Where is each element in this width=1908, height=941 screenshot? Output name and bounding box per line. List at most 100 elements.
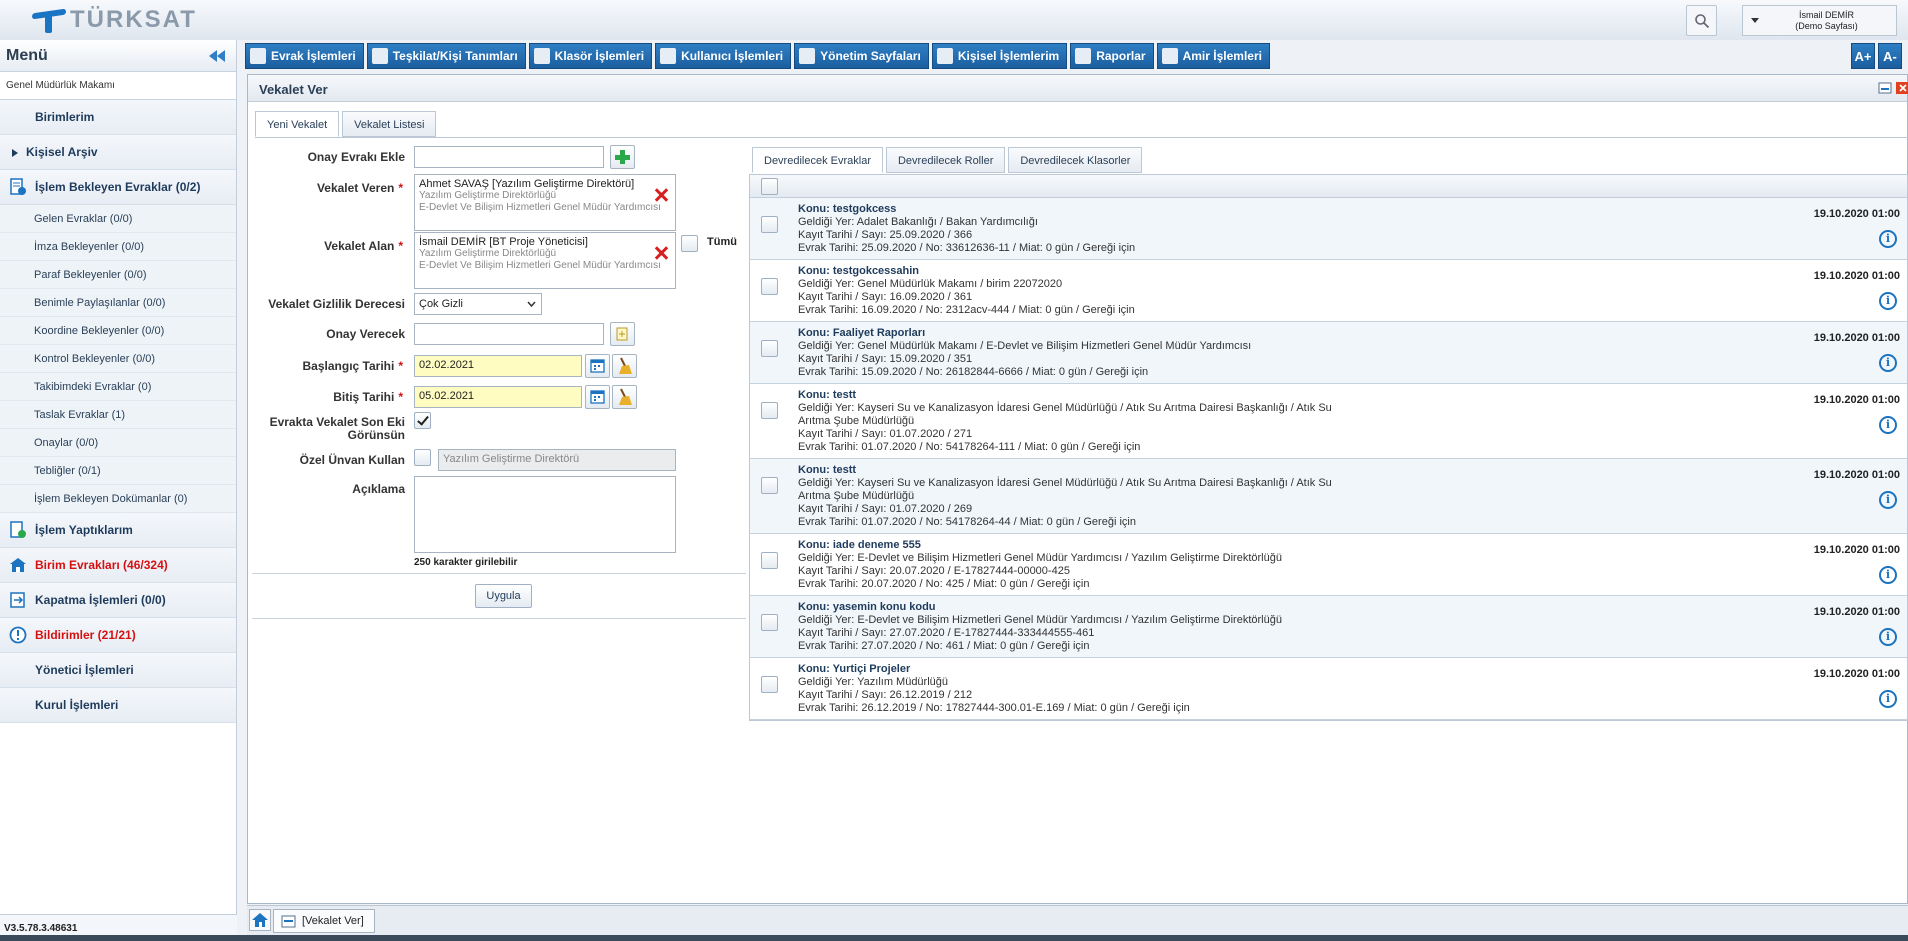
- aciklama-textarea[interactable]: [414, 476, 676, 553]
- tab-vekalet-listesi[interactable]: Vekalet Listesi: [342, 111, 437, 137]
- tab-devredilecek-evraklar[interactable]: Devredilecek Evraklar: [752, 147, 883, 173]
- nav-amir-islemleri[interactable]: Amir İşlemleri: [1156, 43, 1270, 69]
- baslangic-calendar-button[interactable]: [585, 354, 610, 378]
- gizlilik-select[interactable]: Çok Gizli: [414, 293, 542, 315]
- document-evrak-info: Evrak Tarihi: 15.09.2020 / No: 26182844-…: [798, 366, 1149, 378]
- document-row[interactable]: Konu: yasemin konu kodu Geldiği Yer: E-De…: [750, 596, 1907, 658]
- select-onay-verecek-button[interactable]: [610, 322, 635, 346]
- document-subject: Konu: Yurtiçi Projeler: [798, 663, 911, 675]
- submenu-takibimdeki-evraklar[interactable]: Takibimdeki Evraklar (0): [0, 373, 236, 401]
- document-row[interactable]: Konu: iade deneme 555 Geldiği Yer: E-Devl…: [750, 534, 1907, 596]
- document-subject: Konu: Faaliyet Raporları: [798, 327, 926, 339]
- document-row[interactable]: Konu: testgokcessahin Geldiği Yer: Genel …: [750, 260, 1907, 322]
- aciklama-label: Açıklama: [352, 482, 405, 496]
- row-checkbox[interactable]: [761, 676, 778, 693]
- sidebar-item-kapatma-islemleri[interactable]: Kapatma İşlemleri (0/0): [0, 583, 236, 618]
- onay-evraki-input[interactable]: [414, 146, 604, 168]
- sidebar-item-kisisel-arsiv[interactable]: Kişisel Arşiv: [0, 135, 236, 170]
- font-decrease-button[interactable]: A-: [1878, 43, 1902, 69]
- sidebar-item-yonetici-islemleri[interactable]: Yönetici İşlemleri: [0, 653, 236, 688]
- select-all-checkbox[interactable]: [761, 178, 778, 195]
- document-row[interactable]: Konu: testgokcess Geldiği Yer: Adalet Bak…: [750, 198, 1907, 260]
- nav-teskilat-kisi[interactable]: Teşkilat/Kişi Tanımları: [366, 43, 526, 69]
- info-icon[interactable]: i: [1879, 230, 1897, 248]
- submenu-benimle-paylasilanlar[interactable]: Benimle Paylaşılanlar (0/0): [0, 289, 236, 317]
- info-icon[interactable]: i: [1879, 628, 1897, 646]
- sidebar-item-bildirimler[interactable]: Bildirimler (21/21): [0, 618, 236, 653]
- row-checkbox[interactable]: [761, 340, 778, 357]
- user-menu[interactable]: İsmail DEMİR (Demo Sayfası): [1742, 5, 1897, 36]
- uygula-button[interactable]: Uygula: [475, 584, 532, 608]
- task-tab-vekalet-ver[interactable]: [Vekalet Ver]: [273, 909, 375, 933]
- row-checkbox[interactable]: [761, 216, 778, 233]
- submenu-tebligler[interactable]: Tebliğler (0/1): [0, 457, 236, 485]
- submenu-imza-bekleyenler[interactable]: İmza Bekleyenler (0/0): [0, 233, 236, 261]
- font-increase-button[interactable]: A+: [1851, 43, 1875, 69]
- baslangic-clear-button[interactable]: [612, 354, 637, 378]
- sidebar-item-islem-bekleyen[interactable]: İşlem Bekleyen Evraklar (0/2): [0, 170, 236, 205]
- baslangic-date-input[interactable]: 02.02.2021: [414, 355, 582, 377]
- ozel-unvan-input[interactable]: Yazılım Geliştirme Direktörü: [438, 449, 676, 471]
- document-date: 19.10.2020 01:00: [1813, 668, 1900, 680]
- add-onay-evraki-button[interactable]: [610, 145, 635, 169]
- close-icon[interactable]: [1896, 82, 1908, 94]
- bitis-date-input[interactable]: 05.02.2021: [414, 386, 582, 408]
- row-checkbox[interactable]: [761, 402, 778, 419]
- submenu-kontrol-bekleyenler[interactable]: Kontrol Bekleyenler (0/0): [0, 345, 236, 373]
- minimize-window-icon[interactable]: [1878, 82, 1892, 94]
- info-icon[interactable]: i: [1879, 491, 1897, 509]
- nav-kisisel-islemlerim[interactable]: Kişisel İşlemlerim: [931, 43, 1068, 69]
- row-checkbox[interactable]: [761, 552, 778, 569]
- form-divider-bottom: [252, 618, 746, 619]
- nav-yonetim-sayfalari[interactable]: Yönetim Sayfaları: [794, 43, 929, 69]
- admin-icon: [799, 48, 816, 64]
- document-date: 19.10.2020 01:00: [1813, 469, 1900, 481]
- document-row[interactable]: Konu: testt Geldiği Yer: Kayseri Su ve Ka…: [750, 459, 1907, 534]
- document-date: 19.10.2020 01:00: [1813, 606, 1900, 618]
- remove-vekalet-alan-icon[interactable]: [654, 246, 668, 260]
- info-icon[interactable]: i: [1879, 292, 1897, 310]
- submenu-taslak-evraklar[interactable]: Taslak Evraklar (1): [0, 401, 236, 429]
- row-checkbox[interactable]: [761, 477, 778, 494]
- tab-devredilecek-klasorler[interactable]: Devredilecek Klasorler: [1008, 147, 1143, 173]
- document-row[interactable]: Konu: Faaliyet Raporları Geldiği Yer: Gen…: [750, 322, 1907, 384]
- sidebar-item-birimlerim[interactable]: Birimlerim: [0, 100, 236, 135]
- row-checkbox[interactable]: [761, 614, 778, 631]
- ozel-unvan-checkbox[interactable]: [414, 449, 431, 466]
- tumu-checkbox[interactable]: [681, 235, 698, 252]
- submenu-islem-bekleyen-dokumanlar[interactable]: İşlem Bekleyen Dokümanlar (0): [0, 485, 236, 513]
- nav-kullanici-islemleri[interactable]: Kullanıcı İşlemleri: [655, 43, 792, 69]
- vekalet-alan-field[interactable]: İsmail DEMİR [BT Proje Yöneticisi] Yazıl…: [414, 232, 676, 289]
- document-row[interactable]: Konu: testt Geldiği Yer: Kayseri Su ve Ka…: [750, 384, 1907, 459]
- nav-evrak-islemleri[interactable]: Evrak İşlemleri: [245, 43, 364, 69]
- sidebar-item-birim-evraklari[interactable]: Birim Evrakları (46/324): [0, 548, 236, 583]
- sidebar-item-islem-yaptiklarim[interactable]: İşlem Yaptıklarım: [0, 513, 236, 548]
- search-button[interactable]: [1686, 5, 1717, 36]
- submenu-onaylar[interactable]: Onaylar (0/0): [0, 429, 236, 457]
- submenu-gelen-evraklar[interactable]: Gelen Evraklar (0/0): [0, 205, 236, 233]
- bitis-calendar-button[interactable]: [585, 385, 610, 409]
- son-ek-checkbox[interactable]: [414, 412, 431, 429]
- remove-vekalet-veren-icon[interactable]: [654, 188, 668, 202]
- collapse-menu-icon[interactable]: [207, 48, 227, 64]
- tab-devredilecek-roller[interactable]: Devredilecek Roller: [885, 147, 1006, 173]
- bitis-clear-button[interactable]: [612, 385, 637, 409]
- row-checkbox[interactable]: [761, 278, 778, 295]
- tab-yeni-vekalet[interactable]: Yeni Vekalet: [255, 111, 340, 137]
- info-icon[interactable]: i: [1879, 566, 1897, 584]
- submenu-paraf-bekleyenler[interactable]: Paraf Bekleyenler (0/0): [0, 261, 236, 289]
- document-registration: Kayıt Tarihi / Sayı: 01.07.2020 / 269: [798, 503, 973, 515]
- submenu-koordine-bekleyenler[interactable]: Koordine Bekleyenler (0/0): [0, 317, 236, 345]
- sidebar-item-kurul-islemleri[interactable]: Kurul İşlemleri: [0, 688, 236, 723]
- document-row[interactable]: Konu: Yurtiçi Projeler Geldiği Yer: Yazıl…: [750, 658, 1907, 720]
- info-icon[interactable]: i: [1879, 354, 1897, 372]
- home-button[interactable]: [249, 909, 271, 931]
- onay-verecek-input[interactable]: [414, 323, 604, 345]
- info-icon[interactable]: i: [1879, 690, 1897, 708]
- nav-raporlar[interactable]: Raporlar: [1070, 43, 1154, 69]
- info-icon[interactable]: i: [1879, 416, 1897, 434]
- nav-klasor-islemleri[interactable]: Klasör İşlemleri: [528, 43, 653, 69]
- document-registration: Kayıt Tarihi / Sayı: 16.09.2020 / 361: [798, 291, 973, 303]
- vekalet-veren-field[interactable]: Ahmet SAVAŞ [Yazılım Geliştirme Direktör…: [414, 174, 676, 231]
- onay-evraki-label: Onay Evrakı Ekle: [307, 150, 405, 164]
